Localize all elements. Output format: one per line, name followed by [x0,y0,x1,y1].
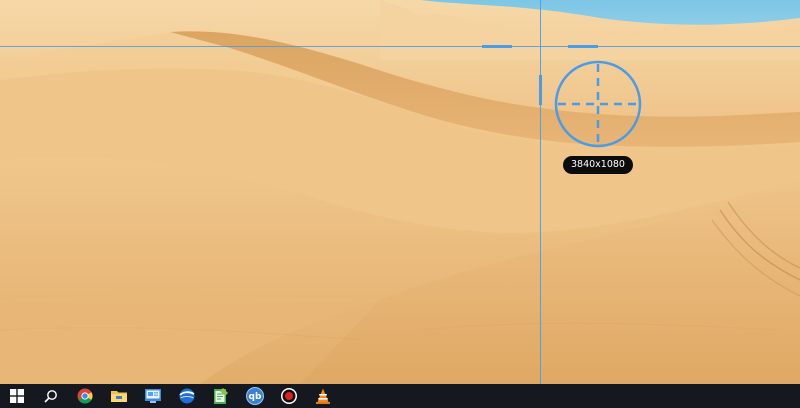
recorder-button[interactable] [272,384,306,408]
chrome-icon [77,388,93,404]
file-explorer-button[interactable] [102,384,136,408]
app-globe-button[interactable] [170,384,204,408]
search-icon [44,390,57,403]
selection-handle-left[interactable] [482,45,512,48]
vlc-cone-icon [316,388,330,404]
control-panel-icon [145,389,161,403]
taskbar: qb [0,384,800,408]
control-panel-button[interactable] [136,384,170,408]
desktop-screen: 3840x1080 qb [0,0,800,408]
record-icon [281,388,297,404]
start-button[interactable] [0,384,34,408]
globe-app-icon [179,388,195,404]
crosshair-horizontal-guide [0,46,800,47]
resolution-label: 3840x1080 [563,156,633,174]
desert-dunes-wallpaper [0,0,800,384]
search-button[interactable] [34,384,68,408]
qbittorrent-icon: qb [246,387,264,405]
windows-logo-icon [10,389,24,403]
qbittorrent-label: qb [249,392,262,402]
selection-handle-vertical[interactable] [539,75,542,105]
chrome-button[interactable] [68,384,102,408]
notepad-button[interactable] [204,384,238,408]
qbittorrent-button[interactable]: qb [238,384,272,408]
folder-icon [111,391,127,402]
crosshair-magnifier-icon [554,60,642,148]
selection-handle-right[interactable] [568,45,598,48]
vlc-button[interactable] [306,384,340,408]
crosshair-vertical-guide [540,0,541,408]
notepad-icon [214,388,228,404]
